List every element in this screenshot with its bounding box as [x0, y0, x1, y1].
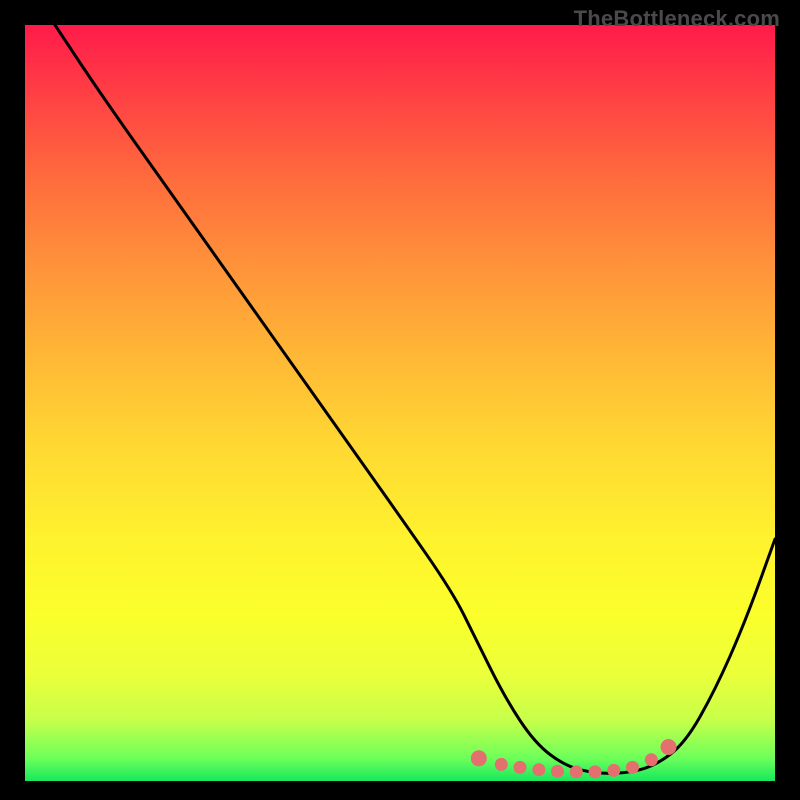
marker-dot: [570, 765, 583, 778]
marker-dot: [626, 761, 639, 774]
marker-dot: [607, 764, 620, 777]
watermark-text: TheBottleneck.com: [574, 6, 780, 32]
marker-dot: [645, 753, 658, 766]
marker-dot: [514, 761, 527, 774]
marker-dot: [471, 750, 487, 766]
marker-dot: [532, 763, 545, 776]
chart-container: TheBottleneck.com: [0, 0, 800, 800]
marker-dot: [495, 758, 508, 771]
marker-dot: [661, 739, 677, 755]
curve-path: [55, 25, 775, 773]
marker-dot: [589, 765, 602, 778]
chart-svg: [25, 25, 775, 781]
marker-group: [471, 739, 677, 778]
plot-area: [25, 25, 775, 781]
marker-dot: [551, 765, 564, 778]
